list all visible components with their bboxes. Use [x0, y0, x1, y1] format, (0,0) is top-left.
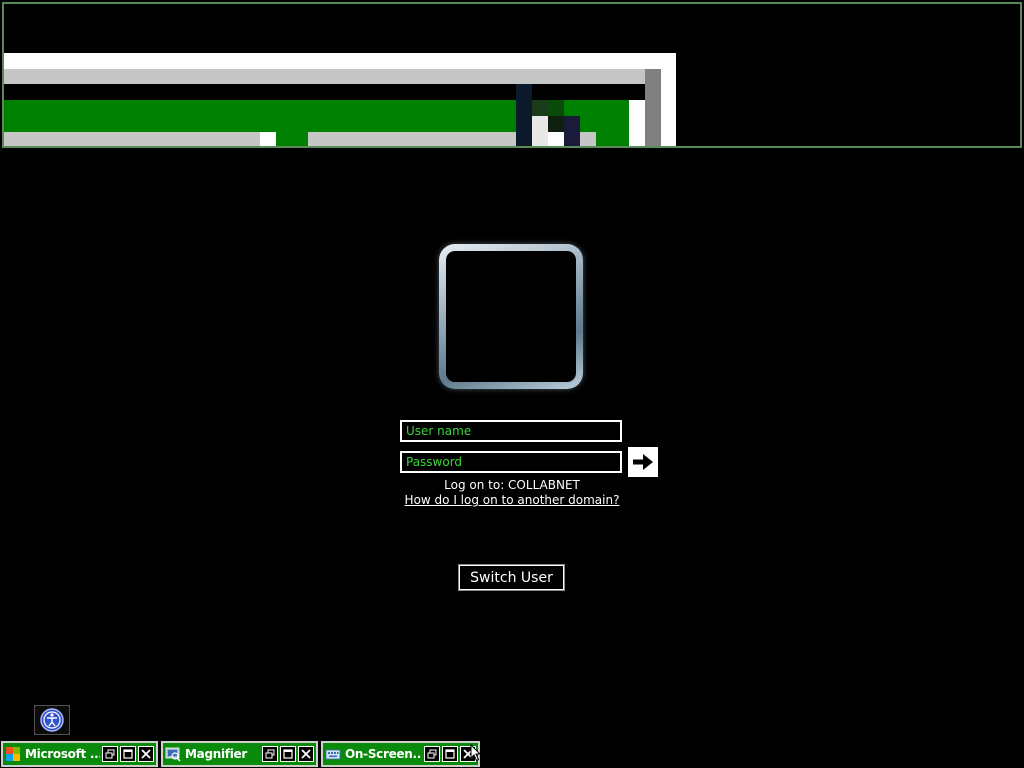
maximize-button[interactable] — [120, 746, 136, 762]
maximize-button[interactable] — [442, 746, 458, 762]
password-input[interactable] — [400, 451, 622, 473]
switch-user-button[interactable]: Switch User — [458, 564, 565, 591]
username-input[interactable] — [400, 420, 622, 442]
restore-icon — [427, 749, 437, 759]
magnified-bar — [4, 69, 645, 84]
magnified-icon-pixels — [548, 116, 564, 132]
magnified-icon-pixels — [564, 116, 580, 146]
magnified-icon-pixels — [548, 132, 564, 146]
restore-button[interactable] — [262, 746, 278, 762]
mouse-cursor-icon — [470, 744, 482, 762]
magnified-icon-pixels — [548, 100, 564, 116]
magnified-block — [308, 132, 516, 146]
minimized-window-on-screen-keyboard[interactable]: On-Screen... — [321, 741, 480, 767]
window-title: Magnifier — [185, 747, 247, 761]
submit-arrow-button[interactable] — [628, 447, 658, 477]
minimized-window-microsoft[interactable]: Microsoft ... — [1, 741, 158, 767]
window-title: Microsoft ... — [25, 747, 100, 761]
restore-icon — [105, 749, 115, 759]
domain-help-link[interactable]: How do I log on to another domain? — [405, 493, 620, 507]
logon-domain-text: Log on to: COLLABNET — [444, 478, 580, 492]
magnified-edge — [645, 69, 661, 146]
close-icon — [301, 749, 311, 759]
close-button[interactable] — [298, 746, 314, 762]
restore-icon — [265, 749, 275, 759]
magnified-icon-pixels — [516, 84, 532, 146]
close-icon — [141, 749, 151, 759]
close-button[interactable] — [138, 746, 154, 762]
window-title: On-Screen... — [345, 747, 422, 761]
magnified-icon-pixels — [532, 100, 548, 116]
restore-button[interactable] — [102, 746, 118, 762]
magnified-icon-pixels — [532, 116, 548, 146]
magnifier-icon — [165, 747, 181, 762]
maximize-button[interactable] — [280, 746, 296, 762]
maximize-icon — [445, 749, 455, 759]
maximize-icon — [123, 749, 133, 759]
magnified-block — [4, 132, 260, 146]
keyboard-icon — [325, 749, 341, 760]
ease-of-access-icon — [40, 708, 64, 732]
ease-of-access-button[interactable] — [34, 705, 70, 735]
magnified-gap — [4, 84, 645, 100]
arrow-right-icon — [633, 454, 653, 470]
app-icon — [6, 747, 20, 761]
maximize-icon — [283, 749, 293, 759]
magnified-icon-pixels — [580, 132, 596, 146]
user-tile — [439, 244, 583, 389]
magnified-block — [260, 132, 276, 146]
magnifier-view — [2, 2, 1022, 148]
minimized-window-magnifier[interactable]: Magnifier — [161, 741, 318, 767]
domain-help-link-wrap: How do I log on to another domain? — [0, 493, 1024, 507]
user-picture — [446, 251, 576, 382]
restore-button[interactable] — [424, 746, 440, 762]
